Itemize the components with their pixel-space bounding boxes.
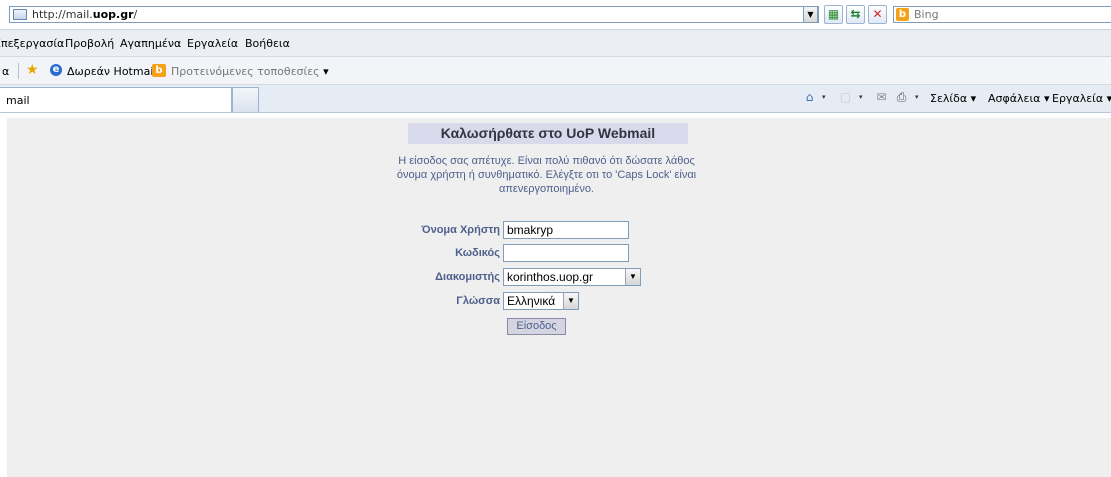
address-bar-row: http://mail.uop.gr/ ▼ ▦ ⇆ ✕ b Bing xyxy=(0,0,1111,30)
login-error-message: Η είσοδος σας απέτυχε. Είναι πολύ πιθανό… xyxy=(396,155,697,195)
webmail-page: Καλωσήρθατε στο UoP Webmail Η είσοδος σα… xyxy=(7,118,1111,477)
menu-item-favorites[interactable]: Αγαπημένα xyxy=(120,37,181,50)
ie-page-icon: e xyxy=(50,64,62,76)
favorites-bar: α ★ e Δωρεάν Hotmail b Προτεινόμενες τοπ… xyxy=(0,57,1111,85)
search-input[interactable]: b Bing xyxy=(893,6,1111,23)
menu-item-tools[interactable]: Εργαλεία xyxy=(187,37,238,50)
home-icon[interactable]: ⌂ xyxy=(802,90,817,105)
menu-item-edit[interactable]: Επεξεργασία xyxy=(0,37,64,50)
page-menu-button[interactable]: Σελίδα ▾ xyxy=(930,92,976,105)
feeds-dropdown-arrow[interactable]: ▾ xyxy=(859,93,863,101)
tab-current-label: mail xyxy=(6,94,30,107)
server-label: Διακομιστής xyxy=(435,271,500,283)
language-select-value: Ελληνικά xyxy=(507,294,556,308)
print-dropdown-arrow[interactable]: ▾ xyxy=(915,93,919,101)
password-label: Κωδικός xyxy=(455,247,500,259)
safety-menu-button[interactable]: Ασφάλεια ▾ xyxy=(988,92,1049,105)
bing-favorite-icon: b xyxy=(152,64,166,77)
server-select[interactable]: korinthos.uop.gr ▼ xyxy=(503,268,641,286)
home-dropdown-arrow[interactable]: ▾ xyxy=(822,93,826,101)
menu-item-help[interactable]: Βοήθεια xyxy=(245,37,290,50)
read-mail-icon[interactable]: ✉ xyxy=(874,90,889,105)
favorite-hotmail-link[interactable]: Δωρεάν Hotmail xyxy=(67,65,156,78)
tools-menu-button[interactable]: Εργαλεία ▾ xyxy=(1052,92,1111,105)
favorites-label-fragment[interactable]: α xyxy=(2,65,9,78)
favorites-separator xyxy=(18,63,19,79)
page-title: Καλωσήρθατε στο UoP Webmail xyxy=(408,123,688,144)
chevron-down-icon[interactable]: ▼ xyxy=(563,293,578,309)
address-dropdown-button[interactable]: ▼ xyxy=(803,6,818,23)
menu-bar: Επεξεργασία Προβολή Αγαπημένα Εργαλεία Β… xyxy=(0,30,1111,57)
username-label: Όνομα Χρήστη xyxy=(421,224,500,236)
tab-bar: mail ⌂ ▾ ▢ ▾ ✉ ⎙ ▾ Σελίδα ▾ Ασφάλεια ▾ Ε… xyxy=(0,85,1111,113)
page-icon xyxy=(13,9,27,20)
username-input[interactable] xyxy=(503,221,629,239)
language-select[interactable]: Ελληνικά ▼ xyxy=(503,292,579,310)
refresh-icon[interactable]: ⇆ xyxy=(846,5,865,24)
search-placeholder: Bing xyxy=(914,8,939,21)
print-icon[interactable]: ⎙ xyxy=(894,90,909,105)
server-select-value: korinthos.uop.gr xyxy=(507,270,594,284)
page-content: Καλωσήρθατε στο UoP Webmail Η είσοδος σα… xyxy=(0,113,1111,477)
new-tab-button[interactable] xyxy=(232,87,259,112)
tab-current[interactable]: mail xyxy=(0,87,232,112)
suggested-sites-link[interactable]: Προτεινόμενες τοποθεσίες ▾ xyxy=(171,65,329,78)
address-bar[interactable]: http://mail.uop.gr/ xyxy=(9,6,819,23)
add-favorite-star-icon[interactable]: ★ xyxy=(26,63,42,77)
login-button[interactable]: Είσοδος xyxy=(507,318,566,335)
stop-icon[interactable]: ✕ xyxy=(868,5,887,24)
password-input[interactable] xyxy=(503,244,629,262)
compatibility-view-icon[interactable]: ▦ xyxy=(824,5,843,24)
feeds-icon[interactable]: ▢ xyxy=(838,90,853,105)
menu-item-view[interactable]: Προβολή xyxy=(65,37,114,50)
chevron-down-icon[interactable]: ▼ xyxy=(625,269,640,285)
language-label: Γλώσσα xyxy=(456,295,500,307)
address-url[interactable]: http://mail.uop.gr/ xyxy=(32,8,137,21)
bing-logo-icon: b xyxy=(896,8,909,21)
